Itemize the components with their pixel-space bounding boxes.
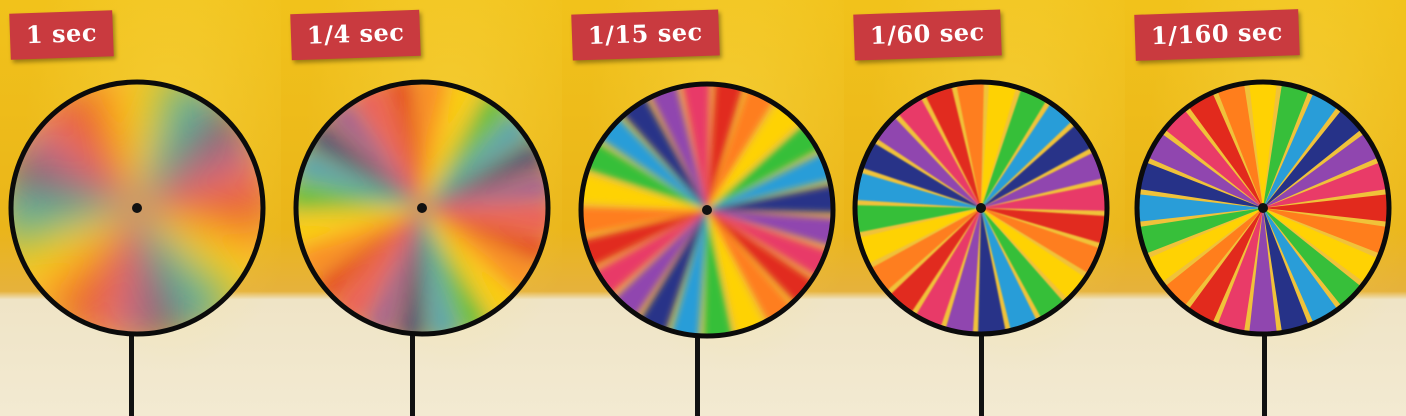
pinwheel <box>1134 79 1392 337</box>
pinwheel-hub <box>132 203 142 213</box>
panel-sixtieth-sec: 1/60 sec <box>843 0 1125 416</box>
pinwheel <box>8 79 266 337</box>
shutter-label: 1/160 sec <box>1133 9 1300 61</box>
pinwheel-hub <box>975 203 986 213</box>
photo-strip: 1 sec 1/4 sec 1/15 sec 1/60 sec 1/160 se… <box>0 0 1406 416</box>
pinwheel <box>852 79 1110 337</box>
shutter-label: 1/4 sec <box>290 9 422 61</box>
panel-1sec: 1 sec <box>0 0 282 416</box>
panel-160th-sec: 1/160 sec <box>1124 0 1406 416</box>
pinwheel-hub <box>1257 203 1268 213</box>
panel-quarter-sec: 1/4 sec <box>281 0 563 416</box>
pinwheel-hub <box>702 205 713 215</box>
shutter-label: 1/60 sec <box>852 9 1001 61</box>
pinwheel-hub <box>417 203 428 213</box>
shutter-label: 1/15 sec <box>571 9 720 61</box>
pinwheel <box>293 79 551 337</box>
shutter-label: 1 sec <box>9 10 114 60</box>
pinwheel <box>578 81 836 339</box>
panel-fifteenth-sec: 1/15 sec <box>562 0 844 416</box>
